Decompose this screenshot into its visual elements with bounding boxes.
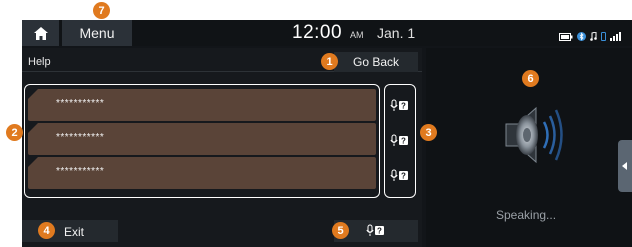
- callout-badge-6: 6: [522, 70, 539, 87]
- svg-text:?: ?: [377, 227, 382, 236]
- command-text: ***********: [56, 98, 105, 109]
- voice-help-icon[interactable]: ?: [390, 134, 410, 148]
- menu-button[interactable]: Menu: [62, 20, 132, 46]
- status-icons: [559, 28, 622, 46]
- battery-icon: [559, 28, 573, 46]
- go-back-button[interactable]: Go Back: [334, 52, 418, 72]
- clock-time: 12:00: [292, 22, 343, 43]
- row-notch: [28, 157, 38, 167]
- callout-badge-3: 3: [420, 124, 437, 141]
- status-bar: Menu 12:00 AM Jan. 1: [22, 20, 632, 46]
- help-header: Help Go Back: [22, 52, 422, 72]
- speaking-status: Speaking...: [496, 208, 557, 222]
- voice-help-icon: ?: [366, 224, 384, 236]
- command-item[interactable]: ***********: [28, 89, 376, 121]
- bluetooth-icon: [577, 28, 586, 46]
- row-notch: [28, 89, 38, 99]
- row-notch: [28, 123, 38, 133]
- svg-text:?: ?: [401, 136, 406, 145]
- callout-badge-5: 5: [332, 222, 349, 239]
- voice-help-icon[interactable]: ?: [390, 99, 410, 113]
- command-text: ***********: [56, 166, 105, 177]
- exit-button[interactable]: Exit: [22, 220, 118, 242]
- command-item[interactable]: ***********: [28, 123, 376, 155]
- signal-icon: [610, 28, 622, 46]
- exit-label: Exit: [64, 225, 85, 239]
- voice-help-icon[interactable]: ?: [390, 169, 410, 183]
- home-button[interactable]: [22, 20, 59, 46]
- voice-help-column: ? ? ?: [384, 84, 416, 198]
- page-title: Help: [28, 56, 51, 68]
- callout-badge-7: 7: [93, 2, 110, 19]
- phone-icon: [601, 28, 606, 46]
- home-icon: [33, 26, 48, 40]
- command-item[interactable]: ***********: [28, 157, 376, 189]
- command-list: *********** *********** ***********: [24, 84, 380, 198]
- command-text: ***********: [56, 132, 105, 143]
- music-icon: [590, 28, 597, 46]
- svg-text:?: ?: [401, 102, 406, 111]
- callout-badge-1: 1: [321, 53, 338, 70]
- panel-collapse-tab[interactable]: [618, 140, 632, 192]
- clock-date: Jan. 1: [377, 25, 416, 41]
- help-panel: Help Go Back *********** *********** ***…: [22, 48, 422, 247]
- chevron-left-icon: [622, 162, 627, 170]
- speaker-icon: [505, 106, 563, 164]
- callout-badge-4: 4: [38, 222, 55, 239]
- callout-badge-2: 2: [6, 124, 23, 141]
- clock-ampm: AM: [350, 30, 364, 40]
- svg-text:?: ?: [401, 171, 406, 180]
